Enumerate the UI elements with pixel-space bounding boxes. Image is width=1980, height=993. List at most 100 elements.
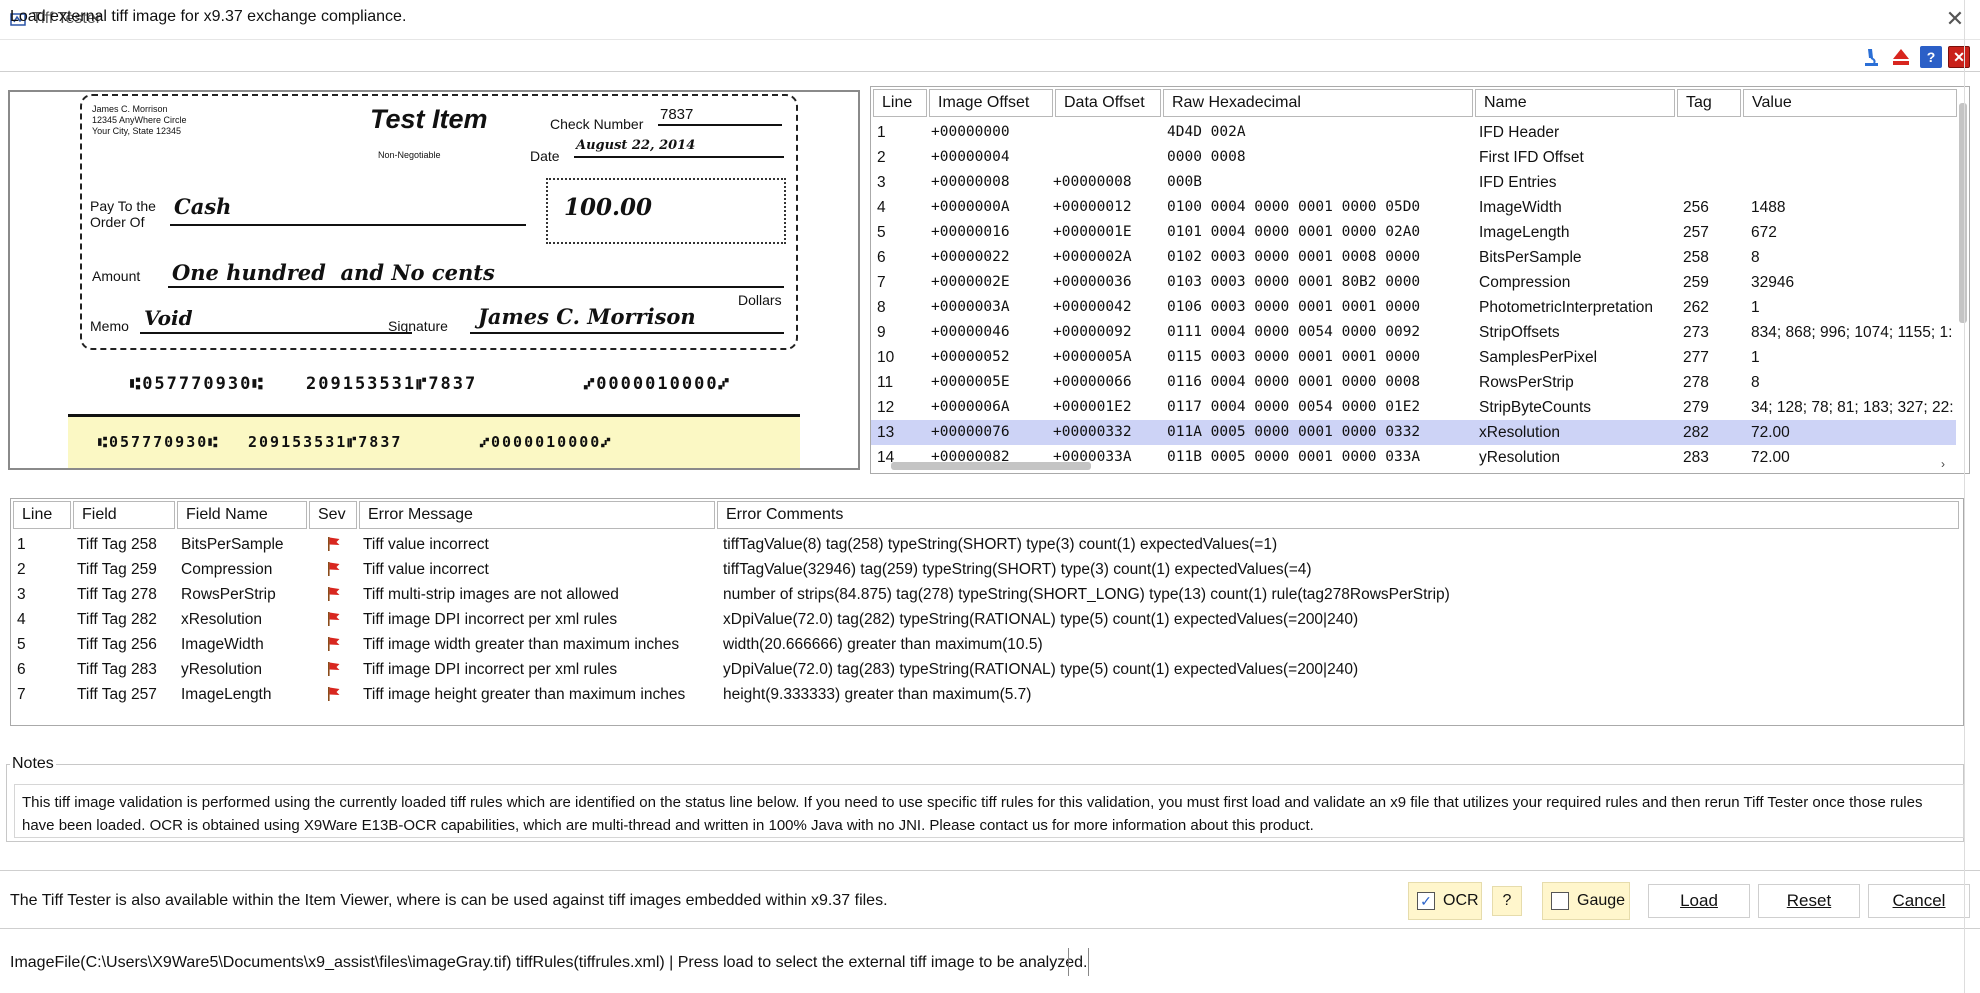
memo: Void	[144, 306, 193, 330]
table-row[interactable]: 5 Tiff Tag 256 ImageWidth Tiff image width …	[11, 632, 1961, 657]
ifd-cell-name: StripByteCounts	[1479, 399, 1591, 416]
table-row[interactable]: 13 +00000076 +00000332 011A 0005 0000 0001 …	[871, 420, 1956, 445]
err-cell-field: Tiff Tag 259	[77, 561, 157, 578]
err-cell-line: 5	[17, 636, 26, 653]
ifd-cell-tag: 258	[1683, 249, 1709, 266]
ifd-cell-line: 6	[877, 249, 886, 266]
gauge-checkbox[interactable]: Gauge	[1542, 882, 1630, 920]
ifd-header-raw-hex[interactable]: Raw Hexadecimal	[1163, 89, 1473, 117]
ifd-cell-img: +0000005E	[931, 374, 1010, 390]
amount-numeric: 100.00	[564, 194, 653, 221]
err-cell-name: RowsPerStrip	[181, 586, 276, 603]
cancel-button[interactable]: Cancel	[1868, 884, 1970, 918]
signature: James C. Morrison	[478, 304, 696, 329]
severity-flag-icon	[328, 612, 340, 626]
err-cell-line: 6	[17, 661, 26, 678]
check-front: James C. Morrison 12345 AnyWhere Circle …	[80, 94, 798, 350]
micr-routing-front: ⑆057770930⑆	[130, 374, 265, 394]
ifd-header-image-offset[interactable]: Image Offset	[929, 89, 1053, 117]
table-row[interactable]: 3 +00000008 +00000008 000B IFD Entries	[871, 170, 1956, 195]
check-title: Test Item	[370, 104, 488, 134]
table-row[interactable]: 11 +0000005E +00000066 0116 0004 0000 0001 …	[871, 370, 1956, 395]
ifd-cell-data: +0000005A	[1053, 349, 1132, 365]
description-text: Load external tiff image for x9.37 excha…	[10, 8, 407, 25]
severity-flag-icon	[328, 637, 340, 651]
ifd-cell-line: 5	[877, 224, 886, 241]
err-header-line[interactable]: Line	[13, 501, 71, 529]
help-icon[interactable]: ?	[1920, 46, 1942, 68]
ifd-header-value[interactable]: Value	[1743, 89, 1957, 117]
err-cell-msg: Tiff multi-strip images are not allowed	[363, 586, 619, 603]
table-row[interactable]: 10 +00000052 +0000005A 0115 0003 0000 0001 …	[871, 345, 1956, 370]
reset-button[interactable]: Reset	[1758, 884, 1860, 918]
table-row[interactable]: 1 +00000000 4D4D 002A IFD Header	[871, 120, 1956, 145]
ifd-cell-tag: 277	[1683, 349, 1709, 366]
description-bar	[0, 40, 1980, 72]
err-cell-msg: Tiff image width greater than maximum in…	[363, 636, 680, 653]
table-row[interactable]: 4 +0000000A +00000012 0100 0004 0000 0001 0…	[871, 195, 1956, 220]
check-number: 7837	[660, 106, 694, 123]
memo-label: Memo	[90, 318, 129, 334]
err-header-field-name[interactable]: Field Name	[177, 501, 307, 529]
table-row[interactable]: 4 Tiff Tag 282 xResolution Tiff image DPI i…	[11, 607, 1961, 632]
ifd-cell-hex: 0106 0003 0000 0001 0001 0000	[1167, 299, 1421, 315]
table-row[interactable]: 12 +0000006A +000001E2 0117 0004 0000 0054 …	[871, 395, 1956, 420]
err-cell-line: 4	[17, 611, 26, 628]
ifd-cell-data: +0000002A	[1053, 249, 1132, 265]
ocr-help-button[interactable]: ?	[1492, 886, 1522, 916]
ifd-cell-hex: 0111 0004 0000 0054 0000 0092	[1167, 324, 1421, 340]
err-cell-line: 7	[17, 686, 26, 703]
ifd-cell-hex: 0103 0003 0000 0001 80B2 0000	[1167, 274, 1421, 290]
ifd-header-name[interactable]: Name	[1475, 89, 1675, 117]
err-cell-msg: Tiff image height greater than maximum i…	[363, 686, 686, 703]
ifd-cell-tag: 278	[1683, 374, 1709, 391]
micr-amount-back: ⑇0000010000⑇	[480, 433, 613, 451]
ifd-cell-line: 2	[877, 149, 886, 166]
table-row[interactable]: 5 +00000016 +0000001E 0101 0004 0000 0001 0…	[871, 220, 1956, 245]
ifd-cell-img: +00000022	[931, 249, 1010, 265]
table-row[interactable]: 2 +00000004 0000 0008 First IFD Offset	[871, 145, 1956, 170]
ifd-cell-value: 834; 868; 996; 1074; 1155; 1:	[1751, 324, 1953, 341]
severity-flag-icon	[328, 587, 340, 601]
ifd-cell-tag: 259	[1683, 274, 1709, 291]
ocr-checkbox[interactable]: ✓ OCR	[1408, 882, 1482, 920]
ifd-cell-img: +0000003A	[931, 299, 1010, 315]
err-header-sev[interactable]: Sev	[309, 501, 357, 529]
ifd-cell-tag: 262	[1683, 299, 1709, 316]
owner-address-2: Your City, State 12345	[92, 126, 182, 136]
table-row[interactable]: 1 Tiff Tag 258 BitsPerSample Tiff value inc…	[11, 532, 1961, 557]
table-row[interactable]: 7 +0000002E +00000036 0103 0003 0000 0001 8…	[871, 270, 1956, 295]
ifd-header-tag[interactable]: Tag	[1677, 89, 1741, 117]
load-button[interactable]: Load	[1648, 884, 1750, 918]
table-row[interactable]: 3 Tiff Tag 278 RowsPerStrip Tiff multi-stri…	[11, 582, 1961, 607]
ifd-cell-hex: 000B	[1167, 174, 1202, 190]
ifd-horizontal-scrollbar[interactable]: ›	[873, 457, 1957, 473]
micr-routing-back: ⑆057770930⑆	[98, 433, 220, 451]
ifd-cell-value: 8	[1751, 249, 1760, 266]
table-row[interactable]: 9 +00000046 +00000092 0111 0004 0000 0054 0…	[871, 320, 1956, 345]
ifd-cell-data: +00000042	[1053, 299, 1132, 315]
ifd-header-data-offset[interactable]: Data Offset	[1055, 89, 1161, 117]
table-row[interactable]: 6 Tiff Tag 283 yResolution Tiff image DPI i…	[11, 657, 1961, 682]
table-row[interactable]: 8 +0000003A +00000042 0106 0003 0000 0001 0…	[871, 295, 1956, 320]
ifd-cell-img: +0000002E	[931, 274, 1010, 290]
ifd-cell-name: IFD Header	[1479, 124, 1560, 141]
table-row[interactable]: 2 Tiff Tag 259 Compression Tiff value incor…	[11, 557, 1961, 582]
microscope-icon[interactable]	[1860, 46, 1882, 68]
severity-flag-icon	[328, 687, 340, 701]
table-row[interactable]: 7 Tiff Tag 257 ImageLength Tiff image heigh…	[11, 682, 1961, 707]
err-header-error-comments[interactable]: Error Comments	[717, 501, 1959, 529]
ifd-cell-data: +00000008	[1053, 174, 1132, 190]
eject-icon[interactable]	[1890, 46, 1912, 68]
table-row[interactable]: 6 +00000022 +0000002A 0102 0003 0000 0001 0…	[871, 245, 1956, 270]
err-cell-name: xResolution	[181, 611, 262, 628]
ifd-cell-img: +0000000A	[931, 199, 1010, 215]
err-cell-comment: yDpiValue(72.0) tag(283) typeString(RATI…	[723, 661, 1359, 678]
ifd-cell-hex: 0101 0004 0000 0001 0000 02A0	[1167, 224, 1421, 240]
err-header-error-message[interactable]: Error Message	[359, 501, 715, 529]
err-header-field[interactable]: Field	[73, 501, 175, 529]
ifd-cell-line: 1	[877, 124, 886, 141]
ifd-header-line[interactable]: Line	[873, 89, 927, 117]
err-cell-comment: width(20.666666) greater than maximum(10…	[723, 636, 1043, 653]
ifd-cell-data: +000001E2	[1053, 399, 1132, 415]
